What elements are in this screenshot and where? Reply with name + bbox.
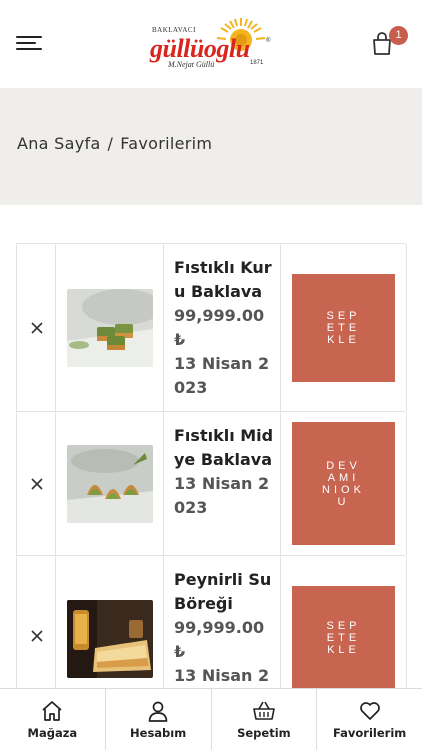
breadcrumb-current: Favorilerim: [120, 134, 213, 153]
product-name[interactable]: Fıstıklı Midye Baklava: [174, 424, 274, 472]
product-name[interactable]: Peynirli Su Böreği: [174, 568, 274, 616]
product-price: 99,999.00₺: [174, 618, 265, 661]
bottom-navigation: Mağaza Hesabım Sepetim Favorilerim: [0, 688, 422, 750]
hamburger-menu-icon[interactable]: [16, 34, 44, 54]
favorite-row: Fıstıklı Kuru Baklava 99,999.00₺ 13 Nisa…: [17, 243, 407, 411]
added-date: 13 Nisan 2023: [174, 354, 270, 397]
heart-icon: [359, 702, 380, 720]
breadcrumb-band: Ana Sayfa / Favorilerim: [0, 88, 422, 205]
product-thumbnail[interactable]: [67, 600, 153, 678]
nav-label: Mağaza: [27, 726, 78, 740]
product-name[interactable]: Fıstıklı Kuru Baklava: [174, 256, 274, 304]
nav-item-favorites[interactable]: Favorilerim: [317, 689, 422, 750]
logo-subtitle: BAKLAVACI: [152, 26, 196, 34]
cart-count-badge: 1: [389, 26, 408, 45]
added-date: 13 Nisan 2: [174, 666, 270, 685]
add-to-cart-button[interactable]: SEPETEKLE: [292, 586, 395, 690]
remove-icon[interactable]: [29, 476, 45, 492]
nav-label: Sepetim: [237, 726, 291, 740]
registered-mark: ®: [266, 38, 271, 44]
brand-logo[interactable]: BAKLAVACI güllüoglu ® M.Nejat Güllü 1871: [150, 16, 274, 74]
add-to-cart-button[interactable]: SEPETEKLE: [292, 274, 395, 382]
user-icon: [148, 701, 168, 722]
favorite-row: Fıstıklı Midye Baklava 13 Nisan 2023 DEV…: [17, 411, 407, 555]
remove-icon[interactable]: [29, 628, 45, 644]
added-date: 13 Nisan 2023: [174, 474, 270, 517]
logo-signature: M.Nejat Güllü: [168, 60, 215, 69]
nav-label: Favorilerim: [332, 726, 407, 740]
breadcrumb: Ana Sayfa / Favorilerim: [17, 134, 212, 153]
breadcrumb-home-link[interactable]: Ana Sayfa: [17, 134, 101, 153]
basket-icon: [253, 701, 275, 720]
read-more-button[interactable]: DEVAMINIOKU: [292, 422, 395, 545]
product-thumbnail[interactable]: [67, 288, 153, 367]
nav-item-account[interactable]: Hesabım: [106, 689, 212, 750]
app-header: BAKLAVACI güllüoglu ® M.Nejat Güllü 1871…: [0, 0, 422, 88]
favorites-table: Fıstıklı Kuru Baklava 99,999.00₺ 13 Nisa…: [16, 243, 407, 725]
product-price: 99,999.00₺: [174, 306, 265, 349]
remove-icon[interactable]: [29, 320, 45, 336]
product-thumbnail[interactable]: [67, 444, 153, 523]
nav-item-cart[interactable]: Sepetim: [212, 689, 318, 750]
home-icon: [42, 701, 62, 721]
nav-label: Hesabım: [130, 726, 187, 740]
breadcrumb-separator: /: [107, 134, 114, 153]
logo-year: 1871: [250, 60, 264, 66]
nav-item-store[interactable]: Mağaza: [0, 689, 106, 750]
